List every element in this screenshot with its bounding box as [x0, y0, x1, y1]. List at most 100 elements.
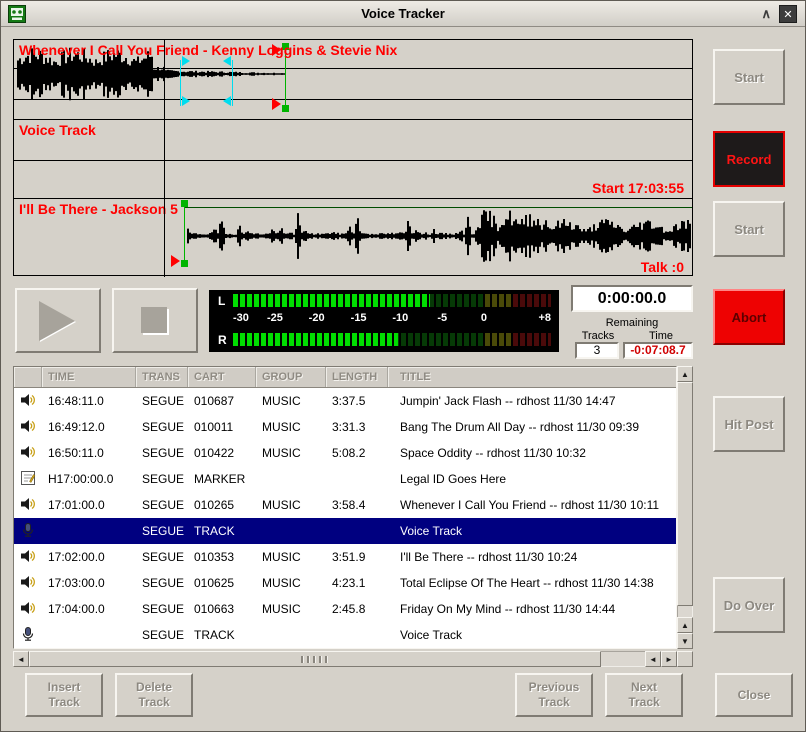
log-header-cart[interactable]: CART: [188, 367, 256, 387]
log-header-icon[interactable]: [14, 367, 42, 387]
stop-button[interactable]: [112, 288, 198, 353]
row-group: MUSIC: [256, 570, 326, 596]
log-header-title[interactable]: TITLE: [388, 367, 676, 387]
row-time: 16:50:11.0: [42, 440, 136, 466]
scroll-down-button[interactable]: ▼: [677, 633, 693, 649]
remaining-time-value: -0:07:08.7: [623, 342, 693, 359]
row-trans: SEGUE: [136, 518, 188, 544]
gain-envelope-line[interactable]: [184, 207, 692, 208]
segue-start-icon[interactable]: [272, 98, 281, 110]
log-header-time[interactable]: TIME: [42, 367, 136, 387]
start-2-button[interactable]: Start: [713, 201, 785, 257]
row-title: Bang The Drum All Day -- rdhost 11/30 09…: [388, 414, 676, 440]
row-icon: [20, 444, 36, 463]
vertical-scrollbar-thumb[interactable]: [677, 382, 693, 606]
track-start-marker-handle[interactable]: [181, 260, 188, 267]
log-row[interactable]: 17:03:00.0 SEGUE 010625 MUSIC 4:23.1 Tot…: [14, 570, 676, 596]
segue-marker-handle[interactable]: [282, 105, 289, 112]
scroll-left-button-2[interactable]: ◄: [645, 651, 661, 667]
track-3-title: I'll Be There - Jackson 5: [19, 201, 178, 217]
talk-end-marker-handle-icon[interactable]: [223, 96, 231, 106]
row-icon: [20, 548, 36, 567]
log-body: 16:48:11.0 SEGUE 010687 MUSIC 3:37.5 Jum…: [14, 388, 676, 648]
row-icon: [20, 470, 36, 489]
row-length: 5:08.2: [326, 440, 388, 466]
scroll-up-button[interactable]: ▲: [677, 366, 693, 382]
playback-cursor[interactable]: [164, 40, 165, 277]
log-row[interactable]: SEGUE TRACK Voice Track: [14, 518, 676, 544]
log-header-trans[interactable]: TRANS: [136, 367, 188, 387]
hit-post-button[interactable]: Hit Post: [713, 396, 785, 452]
track-2-start-time: Start 17:03:55: [592, 180, 684, 196]
row-cart: 010625: [188, 570, 256, 596]
shade-window-icon[interactable]: ∧: [761, 5, 771, 23]
talk-start-marker-handle-icon[interactable]: [182, 96, 190, 106]
log-vertical-scrollbar[interactable]: ▲ ▲ ▼: [677, 366, 693, 649]
gridline: [14, 160, 692, 161]
row-group: MUSIC: [256, 388, 326, 414]
row-group: MUSIC: [256, 596, 326, 622]
abort-button[interactable]: Abort: [713, 289, 785, 345]
row-title: Legal ID Goes Here: [388, 466, 676, 492]
log-header-length[interactable]: LENGTH: [326, 367, 388, 387]
row-trans: SEGUE: [136, 492, 188, 518]
log-horizontal-scrollbar[interactable]: ◄ ◄ ►: [13, 651, 677, 667]
row-title: Total Eclipse Of The Heart -- rdhost 11/…: [388, 570, 676, 596]
scroll-up-button-2[interactable]: ▲: [677, 617, 693, 633]
track-start-icon[interactable]: [171, 255, 180, 267]
audio-level-meter: L -30 -25 -20 -15 -10 -5 0 +8 R: [209, 290, 559, 352]
log-row[interactable]: 17:02:00.0 SEGUE 010353 MUSIC 3:51.9 I'l…: [14, 544, 676, 570]
talk-end-marker[interactable]: [232, 60, 233, 106]
row-length: [326, 622, 388, 648]
row-trans: SEGUE: [136, 544, 188, 570]
close-button[interactable]: Close: [715, 673, 793, 717]
next-track-button[interactable]: Next Track: [605, 673, 683, 717]
previous-track-button[interactable]: Previous Track: [515, 673, 593, 717]
track-start-marker[interactable]: [184, 203, 185, 263]
track-start-marker-handle[interactable]: [181, 200, 188, 207]
scroll-left-button[interactable]: ◄: [13, 651, 29, 667]
record-button[interactable]: Record: [713, 131, 785, 187]
row-cart: TRACK: [188, 622, 256, 648]
log-header[interactable]: TIME TRANS CART GROUP LENGTH TITLE: [14, 367, 676, 388]
gridline: [14, 99, 692, 100]
track-panel-1[interactable]: Whenever I Call You Friend - Kenny Loggi…: [14, 40, 692, 119]
remaining-time-label: Time: [633, 330, 689, 342]
horizontal-scrollbar-thumb[interactable]: [29, 651, 601, 667]
row-length: 3:37.5: [326, 388, 388, 414]
row-cart: 010687: [188, 388, 256, 414]
log-row[interactable]: 16:50:11.0 SEGUE 010422 MUSIC 5:08.2 Spa…: [14, 440, 676, 466]
row-length: 3:51.9: [326, 544, 388, 570]
titlebar[interactable]: Voice Tracker ∧ ✕: [1, 1, 805, 27]
meter-left-bar: [233, 294, 551, 307]
talk-start-marker[interactable]: [180, 60, 181, 106]
row-time: 17:01:00.0: [42, 492, 136, 518]
row-trans: SEGUE: [136, 440, 188, 466]
insert-track-button[interactable]: Insert Track: [25, 673, 103, 717]
close-window-button[interactable]: ✕: [779, 5, 797, 23]
play-button[interactable]: [15, 288, 101, 353]
log-row[interactable]: SEGUE TRACK Voice Track: [14, 622, 676, 648]
log-row[interactable]: 16:49:12.0 SEGUE 010011 MUSIC 3:31.3 Ban…: [14, 414, 676, 440]
scroll-right-button[interactable]: ►: [661, 651, 677, 667]
scroll-left-icon: ◄: [649, 655, 657, 664]
row-group: MUSIC: [256, 414, 326, 440]
row-length: 3:58.4: [326, 492, 388, 518]
log-header-group[interactable]: GROUP: [256, 367, 326, 387]
scrollbar-corner: [677, 651, 693, 667]
do-over-button[interactable]: Do Over: [713, 577, 785, 633]
log-row[interactable]: 16:48:11.0 SEGUE 010687 MUSIC 3:37.5 Jum…: [14, 388, 676, 414]
log-row[interactable]: 17:04:00.0 SEGUE 010663 MUSIC 2:45.8 Fri…: [14, 596, 676, 622]
row-length: [326, 466, 388, 492]
track-3-talk-time: Talk :0: [641, 259, 684, 275]
row-group: [256, 622, 326, 648]
track-panel-2[interactable]: Voice Track Start 17:03:55: [14, 119, 692, 198]
row-title: Whenever I Call You Friend -- rdhost 11/…: [388, 492, 676, 518]
row-cart: TRACK: [188, 518, 256, 544]
meter-right-label: R: [218, 333, 230, 347]
delete-track-button[interactable]: Delete Track: [115, 673, 193, 717]
log-row[interactable]: H17:00:00.0 SEGUE MARKER Legal ID Goes H…: [14, 466, 676, 492]
log-row[interactable]: 17:01:00.0 SEGUE 010265 MUSIC 3:58.4 Whe…: [14, 492, 676, 518]
start-1-button[interactable]: Start: [713, 49, 785, 105]
track-panel-3[interactable]: I'll Be There - Jackson 5 Talk :0: [14, 198, 692, 277]
